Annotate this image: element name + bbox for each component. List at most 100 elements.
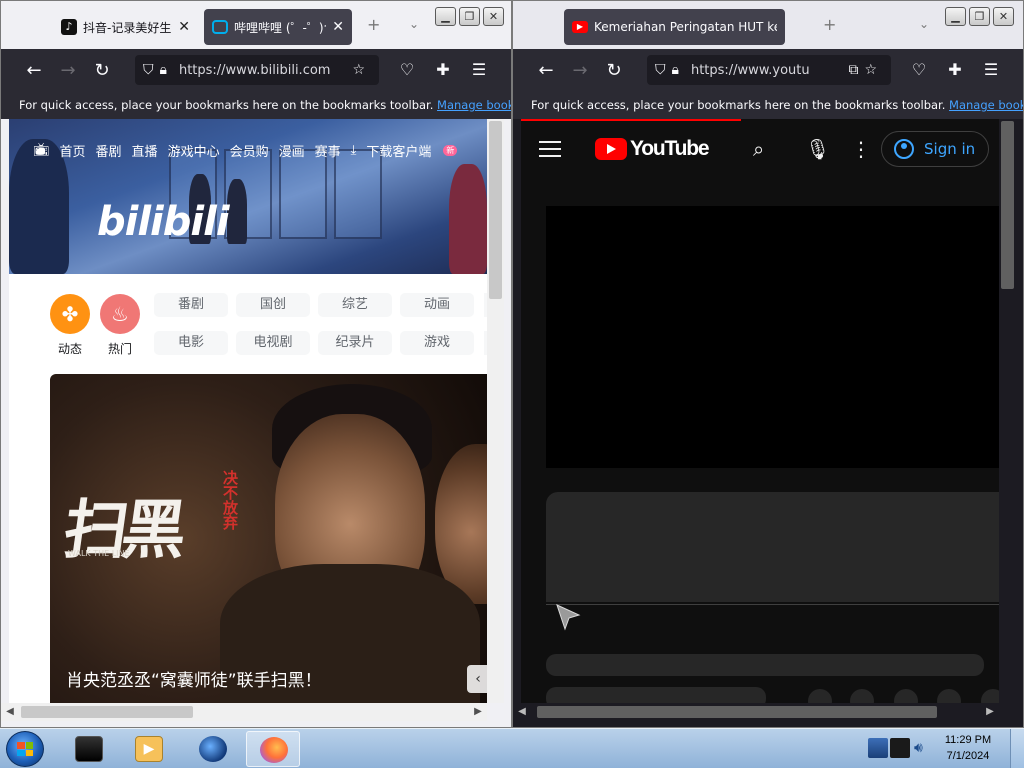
bilibili-header-banner: 📺︎ 首页 番剧 直播 游戏中心 会员购 漫画 赛事 ⤓ 下载客户端 新 bil… (9, 119, 487, 274)
back-icon[interactable]: ← (529, 60, 563, 81)
scroll-thumb[interactable] (537, 706, 937, 718)
carousel-caption[interactable]: 肖央范丞丞“窝囊师徒”联手扫黑！ (66, 666, 322, 691)
taskbar-firefox[interactable] (246, 731, 300, 767)
nav-download-client[interactable]: 下载客户端 (366, 141, 431, 160)
new-tab-icon[interactable]: + (367, 15, 380, 34)
taskbar-terminal[interactable] (62, 731, 116, 767)
maximize-button[interactable]: ❐ (969, 7, 990, 26)
permissions-icon[interactable]: ⧉ (848, 62, 858, 78)
tab-bilibili[interactable]: 哔哩哔哩 (゜-゜)つロ ✕ (204, 9, 352, 45)
chevron-down-icon[interactable]: ⌄ (919, 17, 929, 31)
vertical-scrollbar[interactable] (999, 119, 1016, 703)
navigation-toolbar: ← → ↻ ⛉ 🔒︎ https://www.youtube.com ⧉ ☆ ♡… (513, 49, 1023, 91)
system-clock[interactable]: 11:29 PM 7/1/2024 (936, 732, 1000, 764)
nav-esports[interactable]: 赛事 (315, 141, 341, 160)
close-window-button[interactable]: ✕ (483, 7, 504, 26)
hamburger-menu-icon[interactable] (539, 141, 561, 162)
youtube-logo[interactable]: YouTube (595, 137, 710, 161)
category-animation[interactable]: 动画 (400, 293, 474, 317)
nav-comics[interactable]: 漫画 (279, 141, 305, 160)
bookmark-star-icon[interactable]: ☆ (352, 62, 365, 78)
carousel-prev-button[interactable]: ‹ (467, 665, 487, 693)
manage-bookmarks-link[interactable]: Manage bookmarks (949, 98, 1023, 112)
show-desktop-button[interactable] (1010, 729, 1024, 768)
menu-icon[interactable]: ☰ (973, 55, 1009, 85)
manage-bookmarks-link[interactable]: Manage bookmarks (437, 98, 511, 112)
minimize-button[interactable]: ▁ (945, 7, 966, 26)
shield-icon[interactable]: ⛉ (143, 62, 154, 78)
extensions-icon[interactable]: ✚ (425, 55, 461, 85)
url-text[interactable]: https://www.youtube.com (691, 63, 809, 78)
nav-anime[interactable]: 番剧 (96, 141, 122, 160)
nav-vip-shop[interactable]: 会员购 (230, 141, 269, 160)
reload-icon[interactable]: ↻ (597, 60, 631, 81)
shield-icon[interactable]: ⛉ (655, 62, 666, 78)
close-window-button[interactable]: ✕ (993, 7, 1014, 26)
maximize-button[interactable]: ❐ (459, 7, 480, 26)
new-tab-icon[interactable]: + (823, 15, 836, 34)
nav-home[interactable]: 首页 (60, 141, 86, 160)
monitor-tray-icon[interactable] (868, 738, 888, 758)
taskbar-network[interactable] (186, 731, 240, 767)
featured-carousel[interactable]: 扫黑 决不放弃 WALK THE LINE 肖央范丞丞“窝囊师徒”联手扫黑！ ‹ (50, 374, 487, 703)
category-tv-series[interactable]: 电视剧 (236, 331, 310, 355)
tab-youtube[interactable]: ▶ Kemeriahan Peringatan HUT ke (564, 9, 785, 45)
category-game[interactable]: 游戏 (400, 331, 474, 355)
quick-popular[interactable]: ♨ 热门 (92, 294, 148, 357)
vertical-scrollbar[interactable] (487, 119, 504, 703)
volume-tray-icon[interactable]: 🔊︎ (914, 738, 934, 758)
forward-icon[interactable]: → (563, 60, 597, 81)
quick-dynamic[interactable]: ✤ 动态 (42, 294, 98, 357)
youtube-wordmark: YouTube (630, 137, 710, 160)
scroll-thumb[interactable] (21, 706, 193, 718)
scroll-thumb[interactable] (1001, 121, 1014, 289)
mouse-cursor-icon (556, 604, 581, 631)
category-movie[interactable]: 电影 (154, 331, 228, 355)
back-icon[interactable]: ← (17, 60, 51, 81)
extensions-icon[interactable]: ✚ (937, 55, 973, 85)
url-text[interactable]: https://www.bilibili.com (179, 63, 331, 78)
divider (546, 604, 999, 605)
category-variety[interactable]: 综艺 (318, 293, 392, 317)
horizontal-scrollbar[interactable]: ◀ ▶ (1, 703, 487, 721)
category-guochuang[interactable]: 国创 (236, 293, 310, 317)
minimize-button[interactable]: ▁ (435, 7, 456, 26)
pocket-icon[interactable]: ♡ (389, 55, 425, 85)
category-anime[interactable]: 番剧 (154, 293, 228, 317)
lock-icon[interactable]: 🔒︎ (160, 62, 167, 78)
tab-title: Kemeriahan Peringatan HUT ke (594, 20, 777, 34)
scroll-right-arrow[interactable]: ▶ (469, 703, 487, 721)
network-tray-icon[interactable] (890, 738, 910, 758)
video-player[interactable] (546, 206, 999, 468)
pocket-icon[interactable]: ♡ (901, 55, 937, 85)
close-tab-icon[interactable]: ✕ (332, 19, 344, 35)
loading-skeleton-dot (894, 689, 918, 703)
menu-icon[interactable]: ☰ (461, 55, 497, 85)
chevron-down-icon[interactable]: ⌄ (409, 17, 419, 31)
taskbar-media-player[interactable]: ▶ (122, 731, 176, 767)
sign-in-label: Sign in (924, 140, 976, 158)
scroll-thumb[interactable] (489, 121, 502, 299)
scroll-left-arrow[interactable]: ◀ (1, 703, 19, 721)
category-documentary[interactable]: 纪录片 (318, 331, 392, 355)
nav-live[interactable]: 直播 (132, 141, 158, 160)
url-bar[interactable]: ⛉ 🔒︎ https://www.bilibili.com ☆ (135, 55, 379, 85)
reload-icon[interactable]: ↻ (85, 60, 119, 81)
tab-douyin[interactable]: ♪ 抖音-记录美好生活 ✕ (53, 9, 198, 45)
bilibili-logo[interactable]: bilibili (97, 199, 230, 245)
nav-game-center[interactable]: 游戏中心 (168, 141, 220, 160)
close-tab-icon[interactable]: ✕ (178, 19, 190, 35)
scroll-right-arrow[interactable]: ▶ (981, 703, 999, 721)
more-options-icon[interactable]: ⋮ (851, 137, 871, 161)
microphone-icon[interactable]: 🎙︎ (805, 137, 830, 161)
search-icon[interactable]: ⌕ (753, 137, 764, 161)
scroll-left-arrow[interactable]: ◀ (513, 703, 531, 721)
start-button[interactable] (6, 731, 44, 767)
bookmark-star-icon[interactable]: ☆ (864, 62, 877, 78)
url-bar[interactable]: ⛉ 🔒︎ https://www.youtube.com ⧉ ☆ (647, 55, 891, 85)
lock-icon[interactable]: 🔒︎ (672, 62, 679, 78)
sign-in-button[interactable]: Sign in (881, 131, 989, 167)
media-player-icon: ▶ (135, 736, 163, 762)
forward-icon[interactable]: → (51, 60, 85, 81)
horizontal-scrollbar[interactable]: ◀ ▶ (513, 703, 999, 721)
